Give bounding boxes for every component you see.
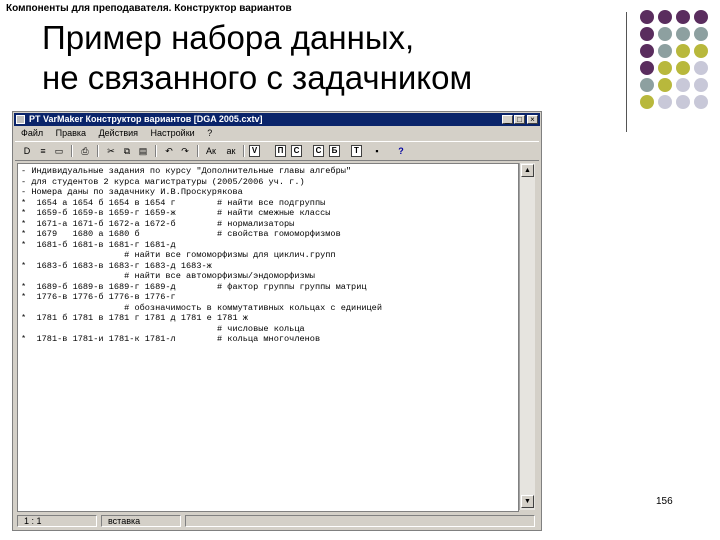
decorative-dot: [640, 61, 654, 75]
editor-line: * 1659-б 1659-в 1659-г 1659-ж # найти см…: [21, 208, 331, 218]
editor-line: * 1781-в 1781-и 1781-к 1781-л # кольца м…: [21, 334, 321, 344]
menu-help[interactable]: ?: [207, 128, 212, 138]
copy-icon[interactable]: ⧉: [121, 145, 133, 157]
editor-line: * 1679 1680 а 1680 б # свойства гомоморф…: [21, 229, 341, 239]
decorative-dot: [658, 27, 672, 41]
c-mode-icon[interactable]: С: [291, 145, 302, 157]
decorative-dot: [640, 44, 654, 58]
editor-line: - Индивидуальные задания по курсу "Допол…: [21, 166, 352, 176]
status-message: [185, 515, 535, 527]
undo-icon[interactable]: ↶: [163, 145, 175, 157]
decorative-dot: [694, 78, 708, 92]
editor-line: - Номера даны по задачнику И.В.Проскуряк…: [21, 187, 243, 197]
window-title: PT VarMaker Конструктор вариантов [DGA 2…: [29, 114, 263, 124]
save-icon[interactable]: ▭: [53, 145, 65, 157]
uppercase-icon[interactable]: Ак: [203, 145, 219, 157]
paste-icon[interactable]: ▤: [137, 145, 149, 157]
decorative-dot: [676, 27, 690, 41]
toolbar-separator: [197, 145, 199, 157]
decorative-dot: [640, 10, 654, 24]
menu-settings[interactable]: Настройки: [151, 128, 195, 138]
close-button[interactable]: ×: [527, 115, 538, 124]
block-icon[interactable]: ▪: [371, 145, 383, 157]
scroll-up-icon[interactable]: ▲: [521, 164, 534, 177]
editor-line: * 1654 а 1654 б 1654 в 1654 г # найти вс…: [21, 197, 326, 208]
decorative-dot: [676, 95, 690, 109]
toolbar-separator: [97, 145, 99, 157]
text-editor[interactable]: - Индивидуальные задания по курсу "Допол…: [17, 163, 519, 512]
decorative-dot: [694, 27, 708, 41]
menu-bar: Файл Правка Действия Настройки ?: [15, 127, 539, 139]
decorative-dot: [640, 27, 654, 41]
b-mode-icon[interactable]: Б: [329, 145, 340, 157]
minimize-button[interactable]: _: [502, 115, 513, 124]
decorative-dot: [658, 95, 672, 109]
toolbar: D ≡ ▭ ⎙ ✂ ⧉ ▤ ↶ ↷ Ак ак V П С С Б Т ▪ ?: [15, 141, 539, 161]
slide-title-line-1: Пример набора данных,: [42, 19, 415, 56]
decorative-dot: [676, 10, 690, 24]
vertical-scrollbar[interactable]: ▲ ▼: [519, 163, 535, 510]
decorative-dot: [676, 78, 690, 92]
decorative-divider: [626, 12, 627, 132]
lowercase-icon[interactable]: ак: [223, 145, 239, 157]
editor-line: * 1683-б 1683-в 1683-г 1683-д 1683-ж: [21, 260, 212, 271]
decorative-dot: [640, 95, 654, 109]
help-icon[interactable]: ?: [395, 145, 407, 157]
decorative-dot: [694, 44, 708, 58]
decorative-dot: [658, 10, 672, 24]
menu-file[interactable]: Файл: [21, 128, 43, 138]
menu-edit[interactable]: Правка: [56, 128, 86, 138]
decorative-dot: [640, 78, 654, 92]
editor-line: * 1671-а 1671-б 1672-а 1672-б # нормализ…: [21, 218, 295, 229]
redo-icon[interactable]: ↷: [179, 145, 191, 157]
slide-title-line-2: не связанного с задачником: [42, 59, 473, 96]
editor-line: * 1776-в 1776-б 1776-в 1776-г: [21, 292, 176, 302]
decorative-dot: [694, 10, 708, 24]
editor-line: # найти все автоморфизмы/эндоморфизмы: [21, 271, 315, 281]
editor-line: # найти все гомоморфизмы для циклич.груп…: [21, 250, 336, 260]
toolbar-separator: [155, 145, 157, 157]
decorative-dot: [694, 95, 708, 109]
decorative-dot: [676, 61, 690, 75]
editor-line: # обозначимость в коммутативных кольцах …: [21, 302, 382, 313]
open-file-icon[interactable]: ≡: [37, 145, 49, 157]
status-bar: 1 : 1 вставка: [15, 514, 539, 528]
t-mode-icon[interactable]: Т: [351, 145, 362, 157]
app-window: PT VarMaker Конструктор вариантов [DGA 2…: [12, 111, 542, 531]
menu-actions[interactable]: Действия: [99, 128, 138, 138]
decorative-dot: [694, 61, 708, 75]
new-file-icon[interactable]: D: [21, 145, 33, 157]
slide-header: Компоненты для преподавателя. Конструкто…: [6, 3, 292, 14]
decorative-dot: [658, 61, 672, 75]
maximize-button[interactable]: □: [514, 115, 525, 124]
insert-mode: вставка: [101, 515, 181, 527]
cursor-position: 1 : 1: [17, 515, 97, 527]
editor-line: * 1781 б 1781 в 1781 г 1781 д 1781 е 178…: [21, 313, 248, 323]
c-mode-alt-icon[interactable]: С: [313, 145, 324, 157]
editor-line: # числовые кольца: [21, 323, 305, 334]
decorative-dot: [676, 44, 690, 58]
cut-icon[interactable]: ✂: [105, 145, 117, 157]
app-icon: [16, 115, 25, 124]
window-titlebar[interactable]: PT VarMaker Конструктор вариантов [DGA 2…: [14, 113, 540, 126]
page-number: 156: [656, 496, 673, 507]
scroll-down-icon[interactable]: ▼: [521, 495, 534, 508]
toolbar-separator: [71, 145, 73, 157]
slide-title: Пример набора данных, не связанного с за…: [42, 18, 622, 98]
variant-icon[interactable]: V: [249, 145, 260, 157]
editor-line: * 1681-б 1681-в 1681-г 1681-д: [21, 239, 176, 250]
editor-line: * 1689-б 1689-в 1689-г 1689-д # фактор г…: [21, 281, 367, 292]
p-mode-icon[interactable]: П: [275, 145, 286, 157]
decorative-dot: [658, 44, 672, 58]
decorative-dot: [658, 78, 672, 92]
editor-line: - для студентов 2 курса магистратуры (20…: [21, 176, 305, 187]
toolbar-separator: [243, 145, 245, 157]
print-icon[interactable]: ⎙: [79, 145, 91, 157]
